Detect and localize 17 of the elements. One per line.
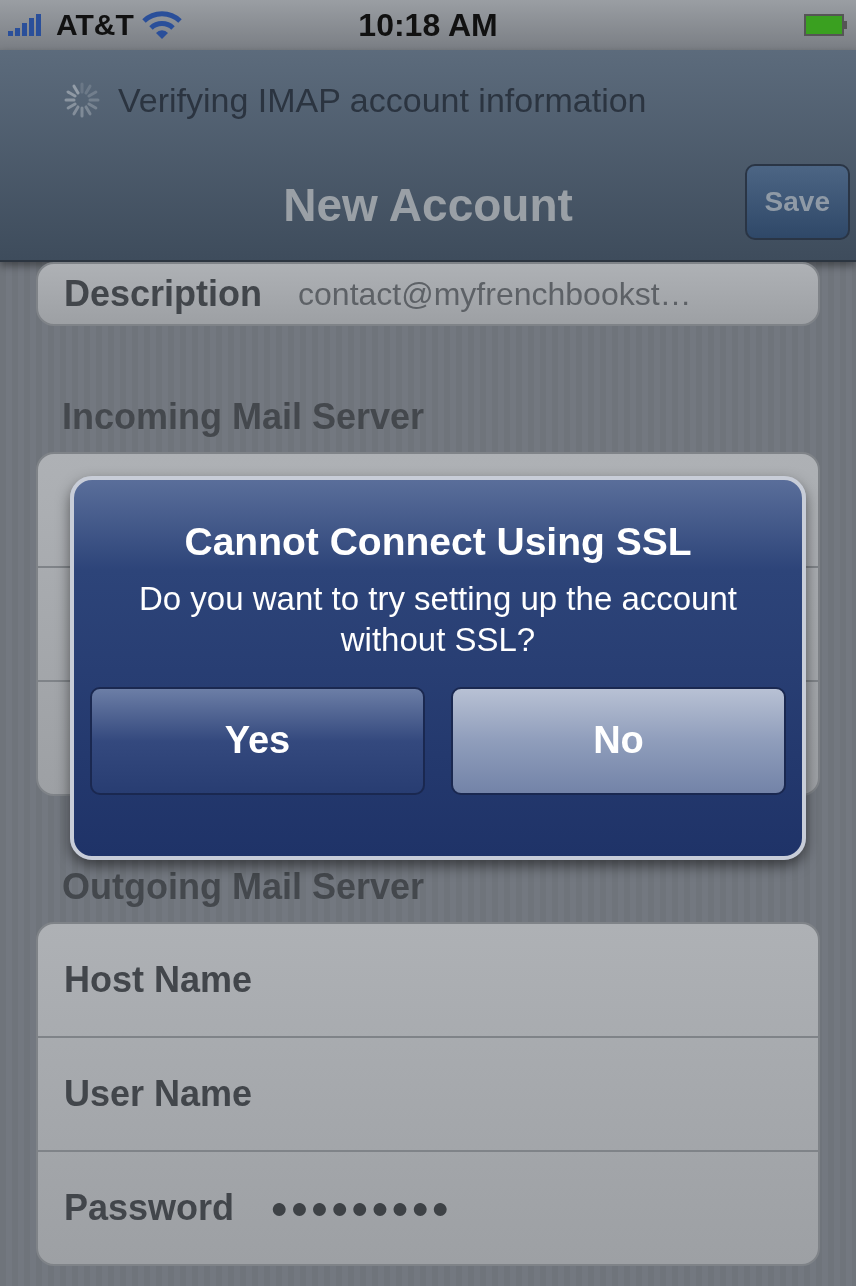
clock-time: 10:18 AM bbox=[358, 6, 498, 44]
field-label: Description bbox=[64, 273, 263, 315]
spinner-icon bbox=[64, 82, 100, 118]
wifi-icon bbox=[141, 11, 182, 39]
screen-title: New Account bbox=[283, 178, 573, 232]
field-label: Password bbox=[64, 1187, 235, 1229]
alert-button[interactable]: Yes bbox=[90, 686, 425, 795]
alert-title: Cannot Connect Using SSL bbox=[184, 520, 692, 564]
alert-button[interactable]: No bbox=[451, 686, 786, 795]
carrier-name: AT&T bbox=[56, 8, 134, 42]
battery-icon bbox=[804, 14, 848, 36]
save-button[interactable]: Save bbox=[744, 164, 850, 240]
password-value: ●●●●●●●●● bbox=[270, 1191, 452, 1225]
field-value: contact@myfrenchbookst… bbox=[298, 275, 692, 313]
alert-message: Do you want to try setting up the account without SSL? bbox=[138, 579, 738, 661]
field-label: Host Name bbox=[64, 959, 253, 1001]
field-label: User Name bbox=[64, 1073, 253, 1115]
